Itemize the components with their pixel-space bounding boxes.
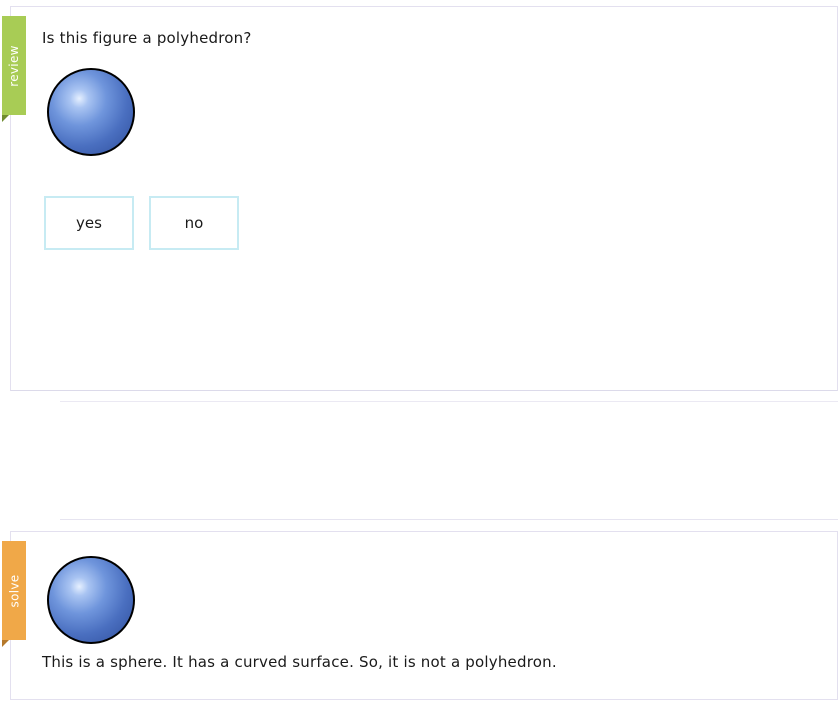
solve-tab-label: solve xyxy=(7,574,22,607)
question-text: Is this figure a polyhedron? xyxy=(42,29,252,47)
divider xyxy=(60,519,838,520)
review-tab: review xyxy=(2,16,26,122)
review-tab-label: review xyxy=(7,44,21,87)
no-button[interactable]: no xyxy=(149,196,239,250)
solve-panel xyxy=(10,531,838,700)
review-panel xyxy=(10,6,838,391)
sphere-icon xyxy=(47,68,135,156)
divider xyxy=(60,401,838,402)
solve-tab: solve xyxy=(2,541,26,647)
yes-button[interactable]: yes xyxy=(44,196,134,250)
solution-text: This is a sphere. It has a curved surfac… xyxy=(42,653,557,671)
sphere-icon xyxy=(47,556,135,644)
